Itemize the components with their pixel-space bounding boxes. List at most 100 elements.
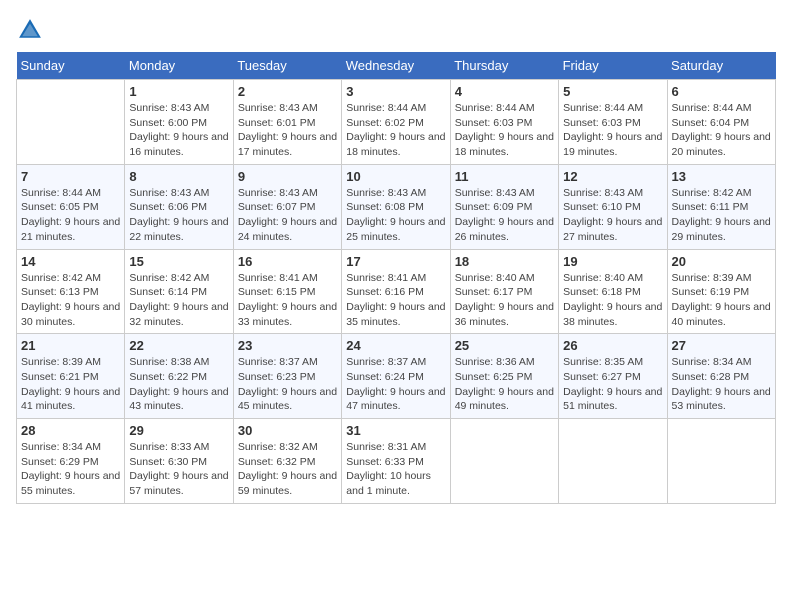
- week-row-4: 28Sunrise: 8:34 AMSunset: 6:29 PMDayligh…: [17, 419, 776, 504]
- logo-icon: [16, 16, 44, 44]
- day-number: 12: [563, 169, 662, 184]
- calendar-cell: 3 Sunrise: 8:44 AMSunset: 6:02 PMDaylight…: [342, 80, 450, 165]
- calendar-cell: 22 Sunrise: 8:38 AMSunset: 6:22 PMDayligh…: [125, 334, 233, 419]
- calendar-cell: 26Sunrise: 8:35 AMSunset: 6:27 PMDayligh…: [559, 334, 667, 419]
- day-number: 4: [455, 84, 554, 99]
- day-number: 10: [346, 169, 445, 184]
- day-info: Sunrise: 8:43 AMSunset: 6:07 PMDaylight:…: [238, 186, 337, 245]
- calendar-cell: 20 Sunrise: 8:39 AMSunset: 6:19 PMDayligh…: [667, 249, 775, 334]
- day-number: 23: [238, 338, 337, 353]
- day-info: Sunrise: 8:31 AMSunset: 6:33 PMDaylight:…: [346, 440, 445, 499]
- day-info: Sunrise: 8:37 AMSunset: 6:23 PMDaylight:…: [238, 355, 337, 414]
- day-info: Sunrise: 8:32 AMSunset: 6:32 PMDaylight:…: [238, 440, 337, 499]
- day-info: Sunrise: 8:42 AMSunset: 6:11 PMDaylight:…: [672, 186, 771, 245]
- calendar-cell: 6Sunrise: 8:44 AMSunset: 6:04 PMDaylight…: [667, 80, 775, 165]
- day-number: 20: [672, 254, 771, 269]
- day-number: 9: [238, 169, 337, 184]
- calendar-cell: 9 Sunrise: 8:43 AMSunset: 6:07 PMDaylight…: [233, 164, 341, 249]
- calendar-cell: 7 Sunrise: 8:44 AMSunset: 6:05 PMDaylight…: [17, 164, 125, 249]
- day-number: 21: [21, 338, 120, 353]
- calendar-cell: 16 Sunrise: 8:41 AMSunset: 6:15 PMDayligh…: [233, 249, 341, 334]
- day-info: Sunrise: 8:43 AMSunset: 6:09 PMDaylight:…: [455, 186, 554, 245]
- calendar-cell: 5Sunrise: 8:44 AMSunset: 6:03 PMDaylight…: [559, 80, 667, 165]
- day-info: Sunrise: 8:40 AMSunset: 6:18 PMDaylight:…: [563, 271, 662, 330]
- calendar-cell: 28Sunrise: 8:34 AMSunset: 6:29 PMDayligh…: [17, 419, 125, 504]
- calendar-cell: 4 Sunrise: 8:44 AMSunset: 6:03 PMDaylight…: [450, 80, 558, 165]
- calendar-cell: 24Sunrise: 8:37 AMSunset: 6:24 PMDayligh…: [342, 334, 450, 419]
- calendar-cell: 18 Sunrise: 8:40 AMSunset: 6:17 PMDayligh…: [450, 249, 558, 334]
- day-info: Sunrise: 8:42 AMSunset: 6:13 PMDaylight:…: [21, 271, 120, 330]
- week-row-1: 7 Sunrise: 8:44 AMSunset: 6:05 PMDaylight…: [17, 164, 776, 249]
- calendar-cell: 12 Sunrise: 8:43 AMSunset: 6:10 PMDayligh…: [559, 164, 667, 249]
- day-number: 29: [129, 423, 228, 438]
- day-number: 11: [455, 169, 554, 184]
- day-info: Sunrise: 8:44 AMSunset: 6:02 PMDaylight:…: [346, 101, 445, 160]
- day-info: Sunrise: 8:33 AMSunset: 6:30 PMDaylight:…: [129, 440, 228, 499]
- day-number: 18: [455, 254, 554, 269]
- calendar-cell: 27 Sunrise: 8:34 AMSunset: 6:28 PMDayligh…: [667, 334, 775, 419]
- day-info: Sunrise: 8:35 AMSunset: 6:27 PMDaylight:…: [563, 355, 662, 414]
- day-number: 2: [238, 84, 337, 99]
- day-info: Sunrise: 8:43 AMSunset: 6:10 PMDaylight:…: [563, 186, 662, 245]
- day-number: 5: [563, 84, 662, 99]
- day-number: 1: [129, 84, 228, 99]
- calendar-cell: [667, 419, 775, 504]
- calendar-cell: [17, 80, 125, 165]
- calendar-cell: 2 Sunrise: 8:43 AMSunset: 6:01 PMDaylight…: [233, 80, 341, 165]
- day-number: 22: [129, 338, 228, 353]
- day-info: Sunrise: 8:43 AMSunset: 6:00 PMDaylight:…: [129, 101, 228, 160]
- calendar-cell: 10 Sunrise: 8:43 AMSunset: 6:08 PMDayligh…: [342, 164, 450, 249]
- week-row-3: 21 Sunrise: 8:39 AMSunset: 6:21 PMDayligh…: [17, 334, 776, 419]
- day-number: 14: [21, 254, 120, 269]
- day-number: 30: [238, 423, 337, 438]
- day-info: Sunrise: 8:41 AMSunset: 6:15 PMDaylight:…: [238, 271, 337, 330]
- day-number: 24: [346, 338, 445, 353]
- day-info: Sunrise: 8:38 AMSunset: 6:22 PMDaylight:…: [129, 355, 228, 414]
- calendar-cell: 1 Sunrise: 8:43 AMSunset: 6:00 PMDaylight…: [125, 80, 233, 165]
- calendar-cell: 25 Sunrise: 8:36 AMSunset: 6:25 PMDayligh…: [450, 334, 558, 419]
- day-info: Sunrise: 8:39 AMSunset: 6:19 PMDaylight:…: [672, 271, 771, 330]
- day-number: 17: [346, 254, 445, 269]
- day-info: Sunrise: 8:43 AMSunset: 6:01 PMDaylight:…: [238, 101, 337, 160]
- logo: [16, 16, 48, 44]
- day-info: Sunrise: 8:42 AMSunset: 6:14 PMDaylight:…: [129, 271, 228, 330]
- day-number: 3: [346, 84, 445, 99]
- calendar-cell: 15 Sunrise: 8:42 AMSunset: 6:14 PMDayligh…: [125, 249, 233, 334]
- calendar-cell: 8 Sunrise: 8:43 AMSunset: 6:06 PMDaylight…: [125, 164, 233, 249]
- day-number: 13: [672, 169, 771, 184]
- calendar-cell: 29 Sunrise: 8:33 AMSunset: 6:30 PMDayligh…: [125, 419, 233, 504]
- day-number: 27: [672, 338, 771, 353]
- day-info: Sunrise: 8:39 AMSunset: 6:21 PMDaylight:…: [21, 355, 120, 414]
- weekday-saturday: Saturday: [667, 52, 775, 80]
- calendar-cell: 13 Sunrise: 8:42 AMSunset: 6:11 PMDayligh…: [667, 164, 775, 249]
- calendar-cell: 11 Sunrise: 8:43 AMSunset: 6:09 PMDayligh…: [450, 164, 558, 249]
- calendar-cell: 17 Sunrise: 8:41 AMSunset: 6:16 PMDayligh…: [342, 249, 450, 334]
- day-info: Sunrise: 8:41 AMSunset: 6:16 PMDaylight:…: [346, 271, 445, 330]
- calendar-table: SundayMondayTuesdayWednesdayThursdayFrid…: [16, 52, 776, 504]
- day-number: 15: [129, 254, 228, 269]
- day-number: 6: [672, 84, 771, 99]
- day-number: 8: [129, 169, 228, 184]
- day-info: Sunrise: 8:36 AMSunset: 6:25 PMDaylight:…: [455, 355, 554, 414]
- calendar-cell: 21 Sunrise: 8:39 AMSunset: 6:21 PMDayligh…: [17, 334, 125, 419]
- calendar-cell: [559, 419, 667, 504]
- day-number: 19: [563, 254, 662, 269]
- calendar-cell: 23 Sunrise: 8:37 AMSunset: 6:23 PMDayligh…: [233, 334, 341, 419]
- calendar-cell: [450, 419, 558, 504]
- day-info: Sunrise: 8:44 AMSunset: 6:05 PMDaylight:…: [21, 186, 120, 245]
- week-row-0: 1 Sunrise: 8:43 AMSunset: 6:00 PMDaylight…: [17, 80, 776, 165]
- day-info: Sunrise: 8:40 AMSunset: 6:17 PMDaylight:…: [455, 271, 554, 330]
- day-info: Sunrise: 8:44 AMSunset: 6:03 PMDaylight:…: [455, 101, 554, 160]
- calendar-cell: 14 Sunrise: 8:42 AMSunset: 6:13 PMDayligh…: [17, 249, 125, 334]
- day-number: 25: [455, 338, 554, 353]
- day-info: Sunrise: 8:43 AMSunset: 6:08 PMDaylight:…: [346, 186, 445, 245]
- day-info: Sunrise: 8:43 AMSunset: 6:06 PMDaylight:…: [129, 186, 228, 245]
- day-number: 28: [21, 423, 120, 438]
- day-info: Sunrise: 8:34 AMSunset: 6:28 PMDaylight:…: [672, 355, 771, 414]
- weekday-header-row: SundayMondayTuesdayWednesdayThursdayFrid…: [17, 52, 776, 80]
- calendar-cell: 19 Sunrise: 8:40 AMSunset: 6:18 PMDayligh…: [559, 249, 667, 334]
- day-number: 7: [21, 169, 120, 184]
- page-header: [16, 16, 776, 44]
- weekday-thursday: Thursday: [450, 52, 558, 80]
- day-number: 16: [238, 254, 337, 269]
